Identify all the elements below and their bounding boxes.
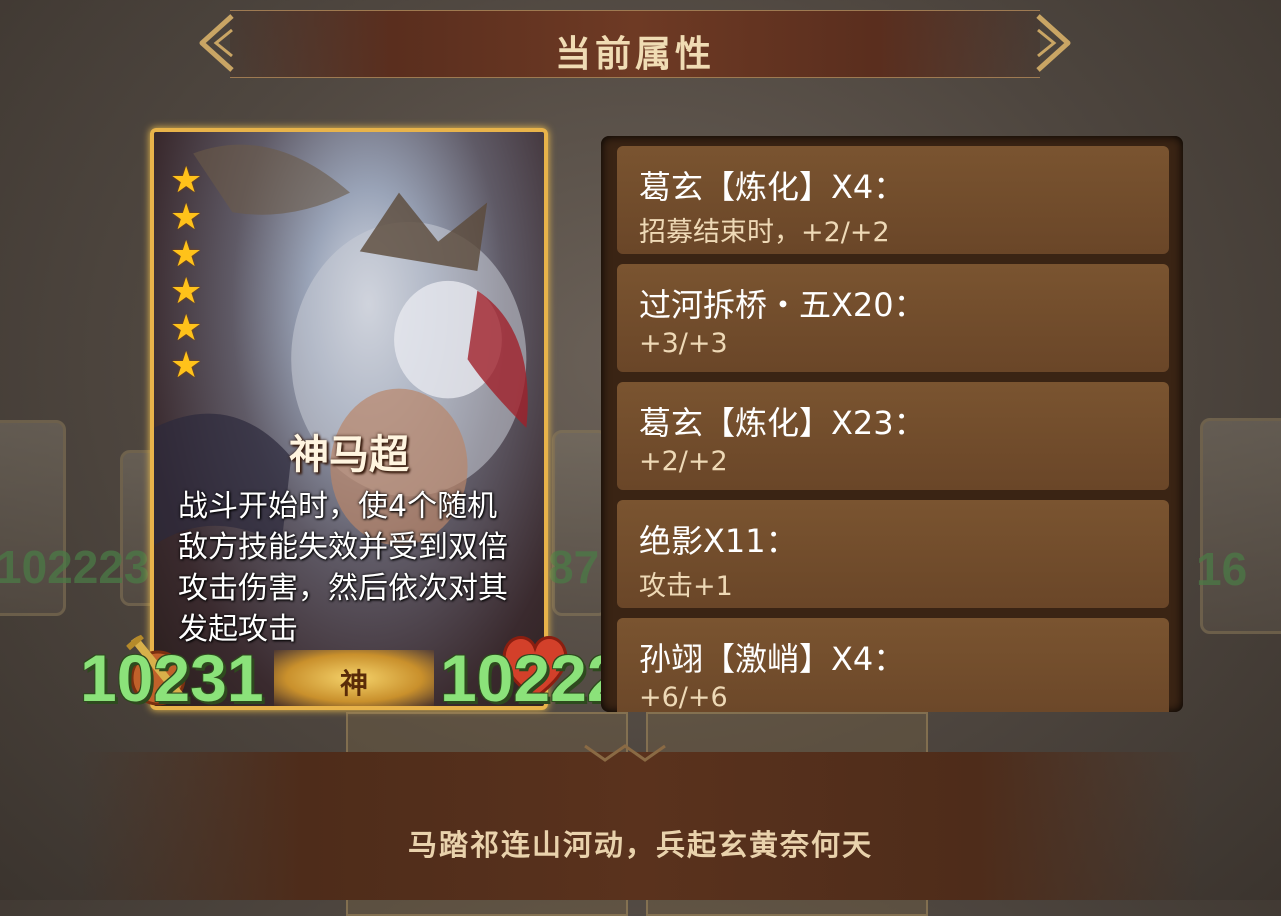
background-card-left-value: 102223 bbox=[0, 541, 150, 593]
star-icon: ★ bbox=[170, 234, 203, 275]
buff-effect: 招募结束时，+2/+2 bbox=[639, 217, 890, 248]
buff-item: 葛玄【炼化】X23： +2/+2 bbox=[617, 382, 1169, 490]
background-card-right-value: 16 bbox=[1196, 543, 1248, 595]
buff-effect: +2/+2 bbox=[639, 446, 728, 477]
buff-list[interactable]: 葛玄【炼化】X4： 招募结束时，+2/+2 过河拆桥・五X20： +3/+3 葛… bbox=[601, 136, 1183, 712]
buff-title: 葛玄【炼化】X4： bbox=[639, 168, 906, 206]
hero-card[interactable]: ★ ★ ★ ★ ★ ★ 神马超 战斗开始时，使4个随机敌方技能失效并受到双倍攻击… bbox=[150, 128, 548, 710]
hero-quote: 马踏祁连山河动，兵起玄黄奈何天 bbox=[407, 828, 873, 862]
ornament-icon bbox=[584, 744, 666, 762]
rarity-label: 神 bbox=[339, 667, 368, 700]
star-icon: ★ bbox=[170, 308, 203, 349]
buff-item: 绝影X11： 攻击+1 bbox=[617, 500, 1169, 608]
rarity-plate: 神 bbox=[274, 650, 434, 706]
chevron-right-icon bbox=[1036, 14, 1071, 72]
star-icon: ★ bbox=[170, 160, 203, 201]
buff-item: 葛玄【炼化】X4： 招募结束时，+2/+2 bbox=[617, 146, 1169, 254]
buff-effect: +6/+6 bbox=[639, 682, 728, 712]
header-banner: 当前属性 bbox=[230, 10, 1040, 78]
chevron-left-icon bbox=[199, 14, 234, 72]
star-icon: ★ bbox=[170, 197, 203, 238]
buff-effect: +3/+3 bbox=[639, 328, 728, 359]
hero-description: 战斗开始时，使4个随机敌方技能失效并受到双倍攻击伤害，然后依次对其发起攻击 bbox=[178, 489, 508, 647]
buff-title: 绝影X11： bbox=[639, 522, 798, 560]
buff-item: 过河拆桥・五X20： +3/+3 bbox=[617, 264, 1169, 372]
star-icon: ★ bbox=[170, 271, 203, 312]
page-title: 当前属性 bbox=[554, 34, 715, 75]
attack-value: 10231 bbox=[80, 641, 264, 715]
health-value: 10222 bbox=[440, 641, 624, 715]
background-card-right bbox=[1200, 418, 1281, 634]
prev-button[interactable] bbox=[196, 12, 236, 74]
buff-title: 葛玄【炼化】X23： bbox=[639, 404, 926, 442]
buff-effect: 攻击+1 bbox=[639, 571, 733, 602]
next-button[interactable] bbox=[1034, 12, 1074, 74]
buff-title: 过河拆桥・五X20： bbox=[639, 286, 926, 324]
star-rating: ★ ★ ★ ★ ★ ★ bbox=[170, 162, 202, 384]
hero-name: 神马超 bbox=[289, 431, 409, 478]
buff-item: 孙翊【激峭】X4： +6/+6 bbox=[617, 618, 1169, 712]
background-card-middle-value: 87 bbox=[548, 541, 600, 593]
star-icon: ★ bbox=[170, 345, 203, 386]
buff-title: 孙翊【激峭】X4： bbox=[639, 640, 906, 678]
